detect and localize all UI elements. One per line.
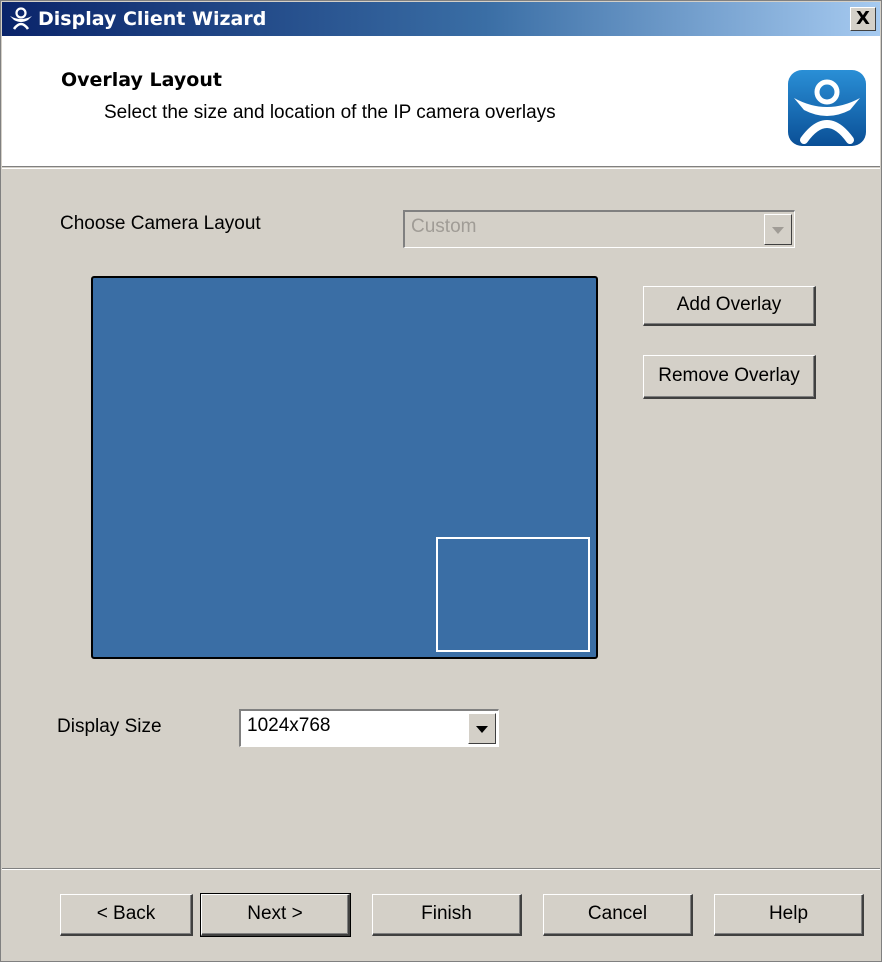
camera-layout-select[interactable]: Custom [403, 210, 795, 248]
chevron-down-icon [476, 725, 488, 733]
camera-layout-value: Custom [411, 216, 477, 237]
window-title: Display Client Wizard [38, 8, 267, 30]
back-button[interactable]: < Back [60, 894, 193, 936]
title-bar: Display Client Wizard X [2, 2, 880, 36]
camera-layout-dropdown-button[interactable] [764, 214, 792, 245]
finish-button[interactable]: Finish [372, 894, 522, 936]
layout-preview-screen [91, 276, 598, 659]
display-size-dropdown-button[interactable] [468, 713, 496, 744]
display-size-label: Display Size [57, 716, 162, 737]
thinmanager-icon [8, 7, 34, 31]
close-button[interactable]: X [850, 7, 876, 31]
add-overlay-button[interactable]: Add Overlay [643, 286, 816, 326]
remove-overlay-button[interactable]: Remove Overlay [643, 355, 816, 399]
help-button[interactable]: Help [714, 894, 864, 936]
camera-layout-label: Choose Camera Layout [60, 213, 261, 234]
display-size-select[interactable]: 1024x768 [239, 709, 499, 747]
page-subtitle: Select the size and location of the IP c… [104, 102, 556, 123]
display-client-wizard-dialog: Display Client Wizard X Overlay Layout S… [0, 0, 882, 962]
camera-overlay-rectangle[interactable] [436, 537, 590, 652]
page-title: Overlay Layout [61, 69, 222, 91]
footer-separator-highlight [2, 869, 880, 870]
next-button[interactable]: Next > [200, 893, 351, 937]
display-size-value: 1024x768 [247, 715, 331, 736]
thinmanager-logo-icon [788, 70, 866, 146]
chevron-down-icon [772, 226, 784, 234]
wizard-header: Overlay Layout Select the size and locat… [2, 36, 880, 169]
cancel-button[interactable]: Cancel [543, 894, 693, 936]
